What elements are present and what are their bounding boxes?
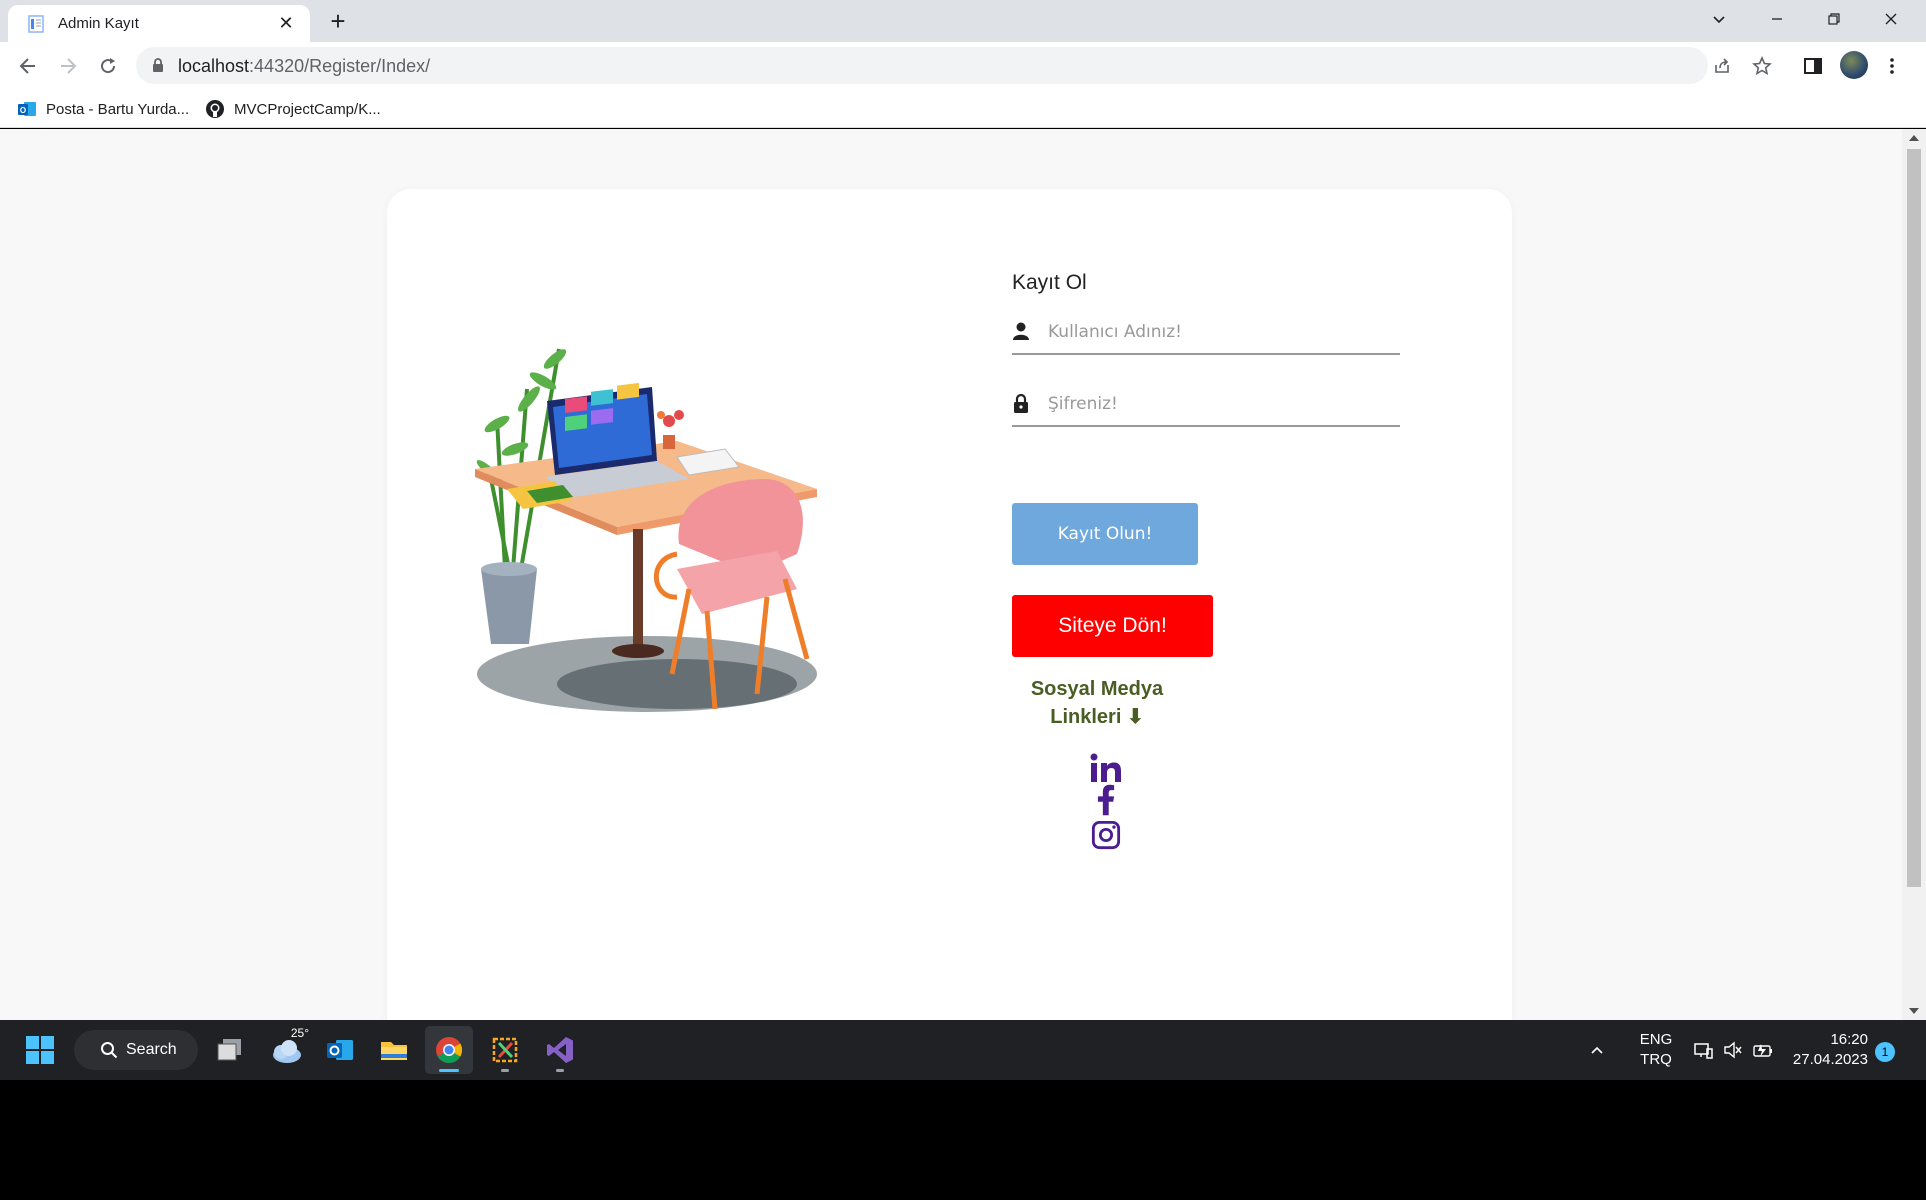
lock-icon [153,58,163,72]
restore-icon[interactable] [1805,0,1862,38]
password-input[interactable] [1048,389,1388,419]
bookmark-label: Posta - Bartu Yurda... [46,100,190,118]
profile-avatar[interactable] [1840,51,1868,79]
clock[interactable]: 16:20 27.04.2023 [1788,1030,1868,1070]
scroll-down-icon[interactable] [1909,1008,1919,1014]
chrome-icon [436,1037,463,1064]
reload-icon[interactable] [92,50,124,82]
register-card: Kayıt Ol Kayıt Olun! Siteye Dön! [387,189,1512,1020]
input-language[interactable]: ENG TRQ [1638,1030,1674,1070]
taskbar: Search 25° ENG TRQ 16:20 27.04.2023 1 [0,1020,1926,1080]
chrome-app[interactable] [425,1026,473,1074]
bookmark-outlook[interactable]: O Posta - Bartu Yurda... [17,97,189,121]
password-field [1012,381,1400,427]
social-media-heading: Sosyal Medya Linkleri ⬇ [1030,678,1164,728]
black-area [0,1080,1926,1200]
bookmark-star-icon[interactable] [1752,56,1772,76]
github-icon [206,100,224,118]
instagram-icon[interactable] [1089,818,1123,852]
url-text: localhost:44320/Register/Index/ [178,56,431,76]
file-explorer-app[interactable] [370,1026,418,1074]
browser-toolbar: localhost:44320/Register/Index/ [0,42,1926,89]
register-button[interactable]: Kayıt Olun! [1012,503,1198,565]
outlook-icon: O [18,102,36,116]
share-icon[interactable] [1712,56,1732,76]
running-indicator [501,1069,509,1072]
bookmark-label: MVCProjectCamp/K... [234,100,381,118]
new-tab-button[interactable]: + [324,8,352,36]
side-panel-icon[interactable] [1801,54,1825,78]
network-icon[interactable] [1690,1026,1716,1074]
snipping-tool-app[interactable] [481,1026,529,1074]
page-title: Kayıt Ol [1012,271,1087,294]
desk-illustration [475,348,817,712]
weather-widget[interactable]: 25° [261,1026,309,1074]
outlook-icon [327,1040,353,1060]
svg-text:O: O [20,106,26,115]
outlook-app[interactable] [316,1026,364,1074]
scroll-up-icon[interactable] [1909,135,1919,141]
taskbar-search[interactable]: Search [74,1030,198,1070]
page-viewport: Kayıt Ol Kayıt Olun! Siteye Dön! [0,129,1902,1020]
lock-icon [1014,393,1028,413]
folder-icon [381,1042,407,1060]
bookmarks-bar: O Posta - Bartu Yurda... MVCProjectCamp/… [0,89,1926,128]
volume-muted-icon[interactable] [1720,1026,1746,1074]
page-scrollbar[interactable] [1902,129,1926,1020]
facebook-icon[interactable] [1089,783,1123,817]
visual-studio-icon [547,1037,573,1063]
windows-logo-icon [26,1036,54,1064]
more-menu-icon[interactable] [1880,54,1904,78]
running-indicator [556,1069,564,1072]
tab-title: Admin Kayıt [58,15,139,32]
visual-studio-app[interactable] [536,1026,584,1074]
forward-icon[interactable] [52,50,84,82]
address-bar[interactable]: localhost:44320/Register/Index/ [136,47,1772,84]
bookmark-github[interactable]: MVCProjectCamp/K... [205,97,381,121]
document-icon [28,14,44,33]
username-field [1012,309,1400,355]
tab-search-icon[interactable] [1690,0,1747,38]
snipping-tool-icon [492,1037,518,1063]
active-indicator [439,1069,459,1072]
back-icon[interactable] [12,50,44,82]
tab-close-icon[interactable]: ✕ [274,12,298,36]
browser-tab[interactable]: Admin Kayıt ✕ [8,5,310,42]
task-view-icon[interactable] [206,1026,254,1074]
username-input[interactable] [1048,317,1388,347]
tab-strip: Admin Kayıt ✕ + [0,0,1926,42]
weather-temp: 25° [290,1026,309,1040]
minimize-icon[interactable] [1748,0,1805,38]
battery-icon[interactable] [1750,1026,1776,1074]
close-window-icon[interactable] [1862,0,1919,38]
show-hidden-icons-icon[interactable] [1582,1026,1612,1074]
start-button[interactable] [16,1026,64,1074]
linkedin-icon[interactable] [1089,751,1123,785]
notification-badge[interactable]: 1 [1875,1042,1895,1062]
user-icon [1013,322,1029,340]
back-to-site-button[interactable]: Siteye Dön! [1012,595,1213,657]
search-icon [101,1042,118,1059]
scrollbar-thumb[interactable] [1907,149,1921,887]
